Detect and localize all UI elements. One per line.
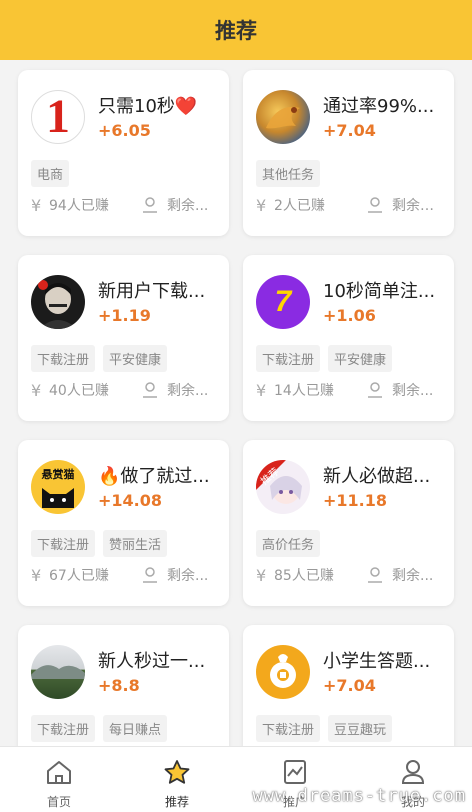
task-tag: 赞丽生活 — [103, 530, 168, 557]
user-outline-icon — [366, 197, 384, 213]
task-reward: +14.08 — [98, 491, 163, 510]
task-reward: +6.05 — [98, 121, 151, 140]
earned-count: 67人已赚 — [49, 568, 109, 584]
user-outline-icon — [366, 567, 384, 583]
task-tag: 下载注册 — [256, 715, 321, 742]
task-reward: +7.04 — [323, 121, 376, 140]
task-tag: 高价任务 — [256, 530, 321, 557]
tab-home[interactable]: 首页 — [0, 747, 118, 812]
watermark: www.dreams-true.com — [252, 786, 466, 806]
home-icon — [45, 759, 73, 789]
yen-icon: ¥ — [256, 565, 267, 585]
task-reward: +7.04 — [323, 676, 376, 695]
task-title: 新用户下载... — [98, 281, 206, 302]
chart-icon — [281, 759, 309, 789]
task-reward: +11.18 — [323, 491, 388, 510]
task-avatar-mountain-photo — [31, 645, 85, 699]
star-icon — [163, 759, 191, 789]
task-tag: 下载注册 — [256, 345, 321, 372]
task-card[interactable]: 小学生答题... +7.04 下载注册 豆豆趣玩 — [243, 625, 454, 746]
cat-icon — [42, 488, 74, 508]
tab-label: 推荐 — [164, 795, 189, 809]
remaining-count: 剩余... — [392, 383, 434, 399]
task-tag: 平安健康 — [328, 345, 393, 372]
earned-count: 14人已赚 — [274, 383, 334, 399]
task-title: 🔥做了就过... — [98, 466, 210, 487]
task-avatar-coin — [256, 645, 310, 699]
task-title: 小学生答题... — [323, 651, 431, 672]
user-outline-icon — [141, 382, 159, 398]
task-avatar-number-one: 1 — [31, 90, 85, 144]
task-avatar-portrait — [31, 275, 85, 329]
task-card[interactable]: 1 只需10秒❤️ +6.05 电商 ¥ 94人已赚 剩余... — [18, 70, 229, 236]
task-avatar-number-seven: 7 — [256, 275, 310, 329]
tab-recommend[interactable]: 推荐 — [118, 747, 236, 812]
avatar-label: 悬赏猫 — [41, 468, 75, 481]
task-card[interactable]: 通过率99%... +7.04 其他任务 ¥ 2人已赚 剩余2... — [243, 70, 454, 236]
task-card[interactable]: 悬赏猫 🔥做了就过... +14.08 下载注册 赞丽生活 ¥ 67人已赚 剩余… — [18, 440, 229, 606]
task-title: 只需10秒❤️ — [98, 96, 198, 117]
task-title: 通过率99%... — [323, 96, 435, 117]
task-reward: +1.06 — [323, 306, 376, 325]
top-header: 推荐 — [0, 0, 472, 60]
task-tag: 下载注册 — [31, 345, 96, 372]
remaining-count: 剩余... — [167, 198, 209, 214]
earned-count: 94人已赚 — [49, 198, 109, 214]
task-card[interactable]: 新用户下载... +1.19 下载注册 平安健康 ¥ 40人已赚 剩余... — [18, 255, 229, 421]
yen-icon: ¥ — [31, 565, 42, 585]
user-icon — [399, 759, 427, 789]
task-tag: 每日赚点 — [103, 715, 168, 742]
task-card[interactable]: 推荐 新人必做超... +11.18 高价任务 ¥ 85人已赚 剩余... — [243, 440, 454, 606]
remaining-count: 剩余... — [392, 568, 434, 584]
earned-count: 2人已赚 — [274, 198, 325, 214]
user-outline-icon — [141, 567, 159, 583]
task-avatar-dragon — [256, 90, 310, 144]
task-reward: +8.8 — [98, 676, 140, 695]
tab-label: 首页 — [46, 795, 71, 809]
task-grid: 1 只需10秒❤️ +6.05 电商 ¥ 94人已赚 剩余... 通过率99%.… — [0, 60, 472, 746]
user-outline-icon — [141, 197, 159, 213]
task-tag: 电商 — [31, 160, 70, 187]
task-card[interactable]: 新人秒过一... +8.8 下载注册 每日赚点 — [18, 625, 229, 746]
user-outline-icon — [366, 382, 384, 398]
task-tag: 其他任务 — [256, 160, 321, 187]
task-avatar-anime-girl: 推荐 — [256, 460, 310, 514]
task-reward: +1.19 — [98, 306, 151, 325]
task-card[interactable]: 7 10秒简单注... +1.06 下载注册 平安健康 ¥ 14人已赚 剩余..… — [243, 255, 454, 421]
yen-icon: ¥ — [31, 380, 42, 400]
task-title: 新人必做超... — [323, 466, 431, 487]
remaining-count: 剩余2... — [392, 198, 440, 214]
task-tag: 豆豆趣玩 — [328, 715, 393, 742]
yen-icon: ¥ — [256, 380, 267, 400]
earned-count: 85人已赚 — [274, 568, 334, 584]
remaining-count: 剩余... — [167, 383, 209, 399]
task-tag: 下载注册 — [31, 530, 96, 557]
yen-icon: ¥ — [31, 195, 42, 215]
task-title: 新人秒过一... — [98, 651, 206, 672]
earned-count: 40人已赚 — [49, 383, 109, 399]
task-avatar-cat-logo: 悬赏猫 — [31, 460, 85, 514]
task-tag: 下载注册 — [31, 715, 96, 742]
page-title: 推荐 — [215, 19, 257, 43]
task-tag: 平安健康 — [103, 345, 168, 372]
task-title: 10秒简单注... — [323, 281, 436, 302]
yen-icon: ¥ — [256, 195, 267, 215]
remaining-count: 剩余... — [167, 568, 209, 584]
